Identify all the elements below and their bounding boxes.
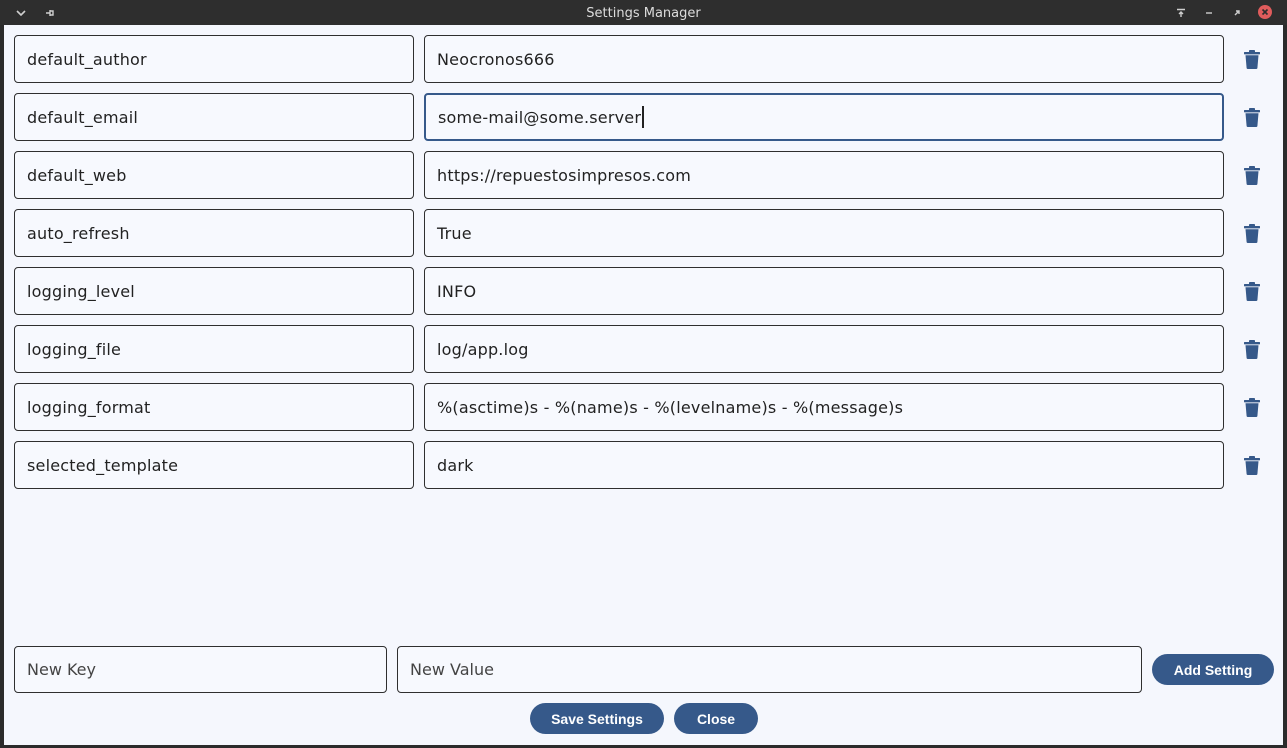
setting-value-field-focused[interactable]: some-mail@some.server [424, 93, 1224, 141]
close-button[interactable]: Close [674, 703, 758, 734]
save-settings-button[interactable]: Save Settings [530, 703, 664, 734]
trash-icon[interactable] [1242, 49, 1262, 69]
setting-key-field[interactable]: selected_template [14, 441, 414, 489]
setting-value-field[interactable]: Neocronos666 [424, 35, 1224, 83]
keep-above-icon[interactable] [1170, 0, 1192, 25]
new-key-input[interactable]: New Key [14, 646, 387, 693]
setting-value-field[interactable]: dark [424, 441, 1224, 489]
setting-row: default_author Neocronos666 [14, 35, 1274, 83]
trash-icon[interactable] [1242, 223, 1262, 243]
trash-icon[interactable] [1242, 455, 1262, 475]
new-setting-row: New Key New Value Add Setting [14, 646, 1274, 693]
setting-value-field[interactable]: INFO [424, 267, 1224, 315]
window-title: Settings Manager [586, 6, 701, 21]
text-cursor [642, 106, 644, 128]
setting-row: default_email some-mail@some.server [14, 93, 1274, 141]
setting-value-field[interactable]: True [424, 209, 1224, 257]
setting-key-field[interactable]: logging_file [14, 325, 414, 373]
setting-key-field[interactable]: default_email [14, 93, 414, 141]
trash-icon[interactable] [1242, 107, 1262, 127]
setting-value-field[interactable]: %(asctime)s - %(name)s - %(levelname)s -… [424, 383, 1224, 431]
setting-row: default_web https://repuestosimpresos.co… [14, 151, 1274, 199]
setting-value-text: some-mail@some.server [438, 107, 642, 127]
setting-key-field[interactable]: logging_format [14, 383, 414, 431]
restore-icon[interactable] [1226, 0, 1248, 25]
setting-row: logging_format %(asctime)s - %(name)s - … [14, 383, 1274, 431]
setting-key-field[interactable]: logging_level [14, 267, 414, 315]
setting-key-field[interactable]: default_author [14, 35, 414, 83]
app-window: Settings Manager default_author Neocrono… [0, 0, 1287, 748]
settings-panel: default_author Neocronos666 default_emai… [4, 25, 1283, 745]
minimize-icon[interactable] [1198, 0, 1220, 25]
setting-row: logging_level INFO [14, 267, 1274, 315]
close-icon[interactable] [1258, 5, 1272, 19]
trash-icon[interactable] [1242, 165, 1262, 185]
add-setting-button[interactable]: Add Setting [1152, 654, 1274, 685]
setting-row: logging_file log/app.log [14, 325, 1274, 373]
trash-icon[interactable] [1242, 339, 1262, 359]
trash-icon[interactable] [1242, 397, 1262, 417]
setting-value-field[interactable]: https://repuestosimpresos.com [424, 151, 1224, 199]
trash-icon[interactable] [1242, 281, 1262, 301]
setting-value-field[interactable]: log/app.log [424, 325, 1224, 373]
new-value-input[interactable]: New Value [397, 646, 1142, 693]
title-bar[interactable]: Settings Manager [0, 0, 1287, 25]
setting-row: selected_template dark [14, 441, 1274, 489]
setting-row: auto_refresh True [14, 209, 1274, 257]
setting-key-field[interactable]: default_web [14, 151, 414, 199]
setting-key-field[interactable]: auto_refresh [14, 209, 414, 257]
